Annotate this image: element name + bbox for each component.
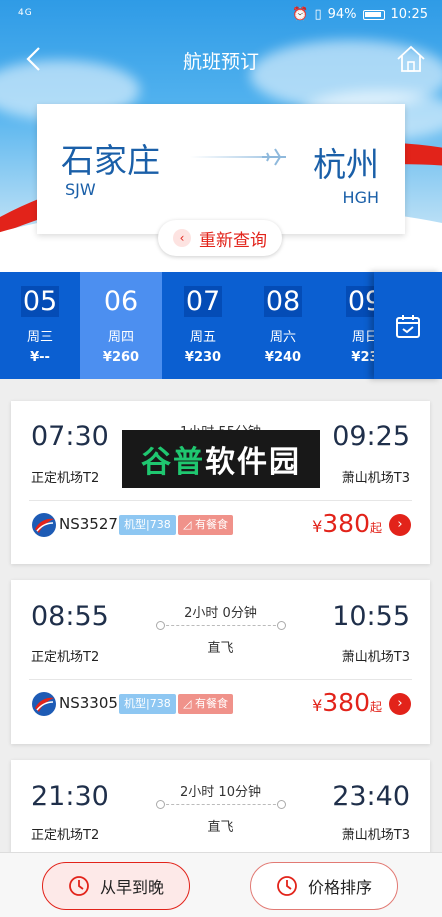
clock: 10:25 (390, 7, 428, 22)
chevron-left-small-icon: ‹ (173, 229, 191, 247)
price-tag-icon (277, 876, 297, 896)
date-weekday: 周六 (269, 330, 296, 345)
price-currency: ¥ (312, 696, 323, 715)
arrival-airport: 萧山机场T3 (341, 471, 410, 486)
card-divider (29, 500, 412, 501)
date-item-05[interactable]: 05 周三 ¥-- (0, 272, 81, 379)
sort-by-price-button[interactable]: 价格排序 (250, 862, 398, 910)
battery-icon (362, 9, 385, 20)
date-item-08[interactable]: 08 周六 ¥240 (242, 272, 324, 379)
meal-tag: ◿ 有餐食 (178, 515, 233, 535)
arrival-time: 10:55 (332, 601, 410, 632)
price-amount: 380 (322, 688, 370, 717)
page-title: 航班预订 (182, 51, 259, 73)
date-weekday: 周三 (26, 330, 53, 345)
route-line (156, 621, 286, 630)
alarm-icon: ⏰ (292, 7, 309, 22)
origin-city: 石家庄 (61, 141, 160, 180)
origin-code: SJW (65, 180, 96, 199)
meal-label: 有餐食 (194, 518, 228, 531)
arrival-airport: 萧山机场T3 (341, 650, 410, 665)
arrival-time: 23:40 (332, 781, 410, 812)
date-price: ¥-- (30, 350, 50, 365)
date-day: 08 (263, 286, 303, 317)
date-item-07[interactable]: 07 周五 ¥230 (162, 272, 244, 379)
destination-code: HGH (342, 188, 379, 207)
price-suffix: 起 (369, 521, 382, 535)
watermark-part1: 谷普 (141, 445, 205, 480)
home-icon (397, 45, 425, 72)
airline-logo-icon (32, 513, 56, 537)
meal-tag: ◿ 有餐食 (178, 694, 233, 714)
sort-by-price-label: 价格排序 (307, 878, 372, 897)
route-line (156, 800, 286, 809)
date-day: 07 (183, 286, 223, 317)
clock-icon (69, 876, 89, 896)
date-price: ¥260 (102, 350, 140, 365)
aircraft-model-tag: 机型|738 (119, 694, 176, 714)
sort-by-time-label: 从早到晚 (99, 878, 164, 897)
battery-percent: 94% (327, 7, 357, 22)
watermark-part2: 软件园 (205, 445, 301, 480)
date-price: ¥240 (264, 350, 302, 365)
status-bar: 4G ⏰ ▯ 94% 10:25 (0, 0, 442, 30)
arrival-airport: 萧山机场T3 (341, 828, 410, 843)
aircraft-model-tag: 机型|738 (119, 515, 176, 535)
calendar-button[interactable] (374, 272, 442, 379)
date-weekday: 周四 (107, 330, 134, 345)
calendar-icon (396, 314, 420, 338)
signal-indicator: 4G (18, 8, 33, 18)
price-suffix: 起 (369, 700, 382, 714)
flight-number: NS3527 (59, 515, 118, 533)
flight-number: NS3305 (59, 694, 118, 712)
date-item-06[interactable]: 06 周四 ¥260 (80, 272, 162, 379)
meal-label: 有餐食 (194, 697, 228, 710)
sort-by-time-button[interactable]: 从早到晚 (42, 862, 190, 910)
chevron-right-icon[interactable]: › (389, 693, 411, 715)
price-currency: ¥ (312, 517, 323, 536)
requery-label: 重新查询 (199, 230, 267, 251)
watermark-logo: 谷普 软件园 (122, 430, 320, 488)
bottom-sort-bar: 从早到晚 价格排序 (0, 852, 442, 917)
destination-city: 杭州 (313, 145, 379, 184)
plane-icon (262, 148, 286, 166)
price-amount: 380 (322, 509, 370, 538)
date-day: 06 (103, 286, 139, 317)
date-price: ¥230 (184, 350, 222, 365)
flight-card[interactable]: 08:55 正定机场T2 2小时 0分钟 直飞 10:55 萧山机场T3 NS3… (11, 580, 430, 744)
flight-price: ¥380起 (312, 509, 382, 538)
date-selector: 05 周三 ¥-- 06 周四 ¥260 07 周五 ¥230 08 周六 ¥2… (0, 272, 442, 379)
arrival-time: 09:25 (332, 421, 410, 452)
nav-bar: 航班预订 (0, 38, 442, 82)
route-card: 石家庄 SJW 杭州 HGH (37, 104, 405, 234)
date-weekday: 周五 (189, 330, 216, 345)
vibrate-icon: ▯ (314, 7, 322, 22)
requery-button[interactable]: ‹ 重新查询 (158, 220, 282, 256)
chevron-right-icon[interactable]: › (389, 514, 411, 536)
card-divider (29, 679, 412, 680)
date-day: 05 (20, 286, 60, 317)
flight-price: ¥380起 (312, 688, 382, 717)
airline-logo-icon (32, 692, 56, 716)
home-button[interactable] (394, 42, 428, 76)
